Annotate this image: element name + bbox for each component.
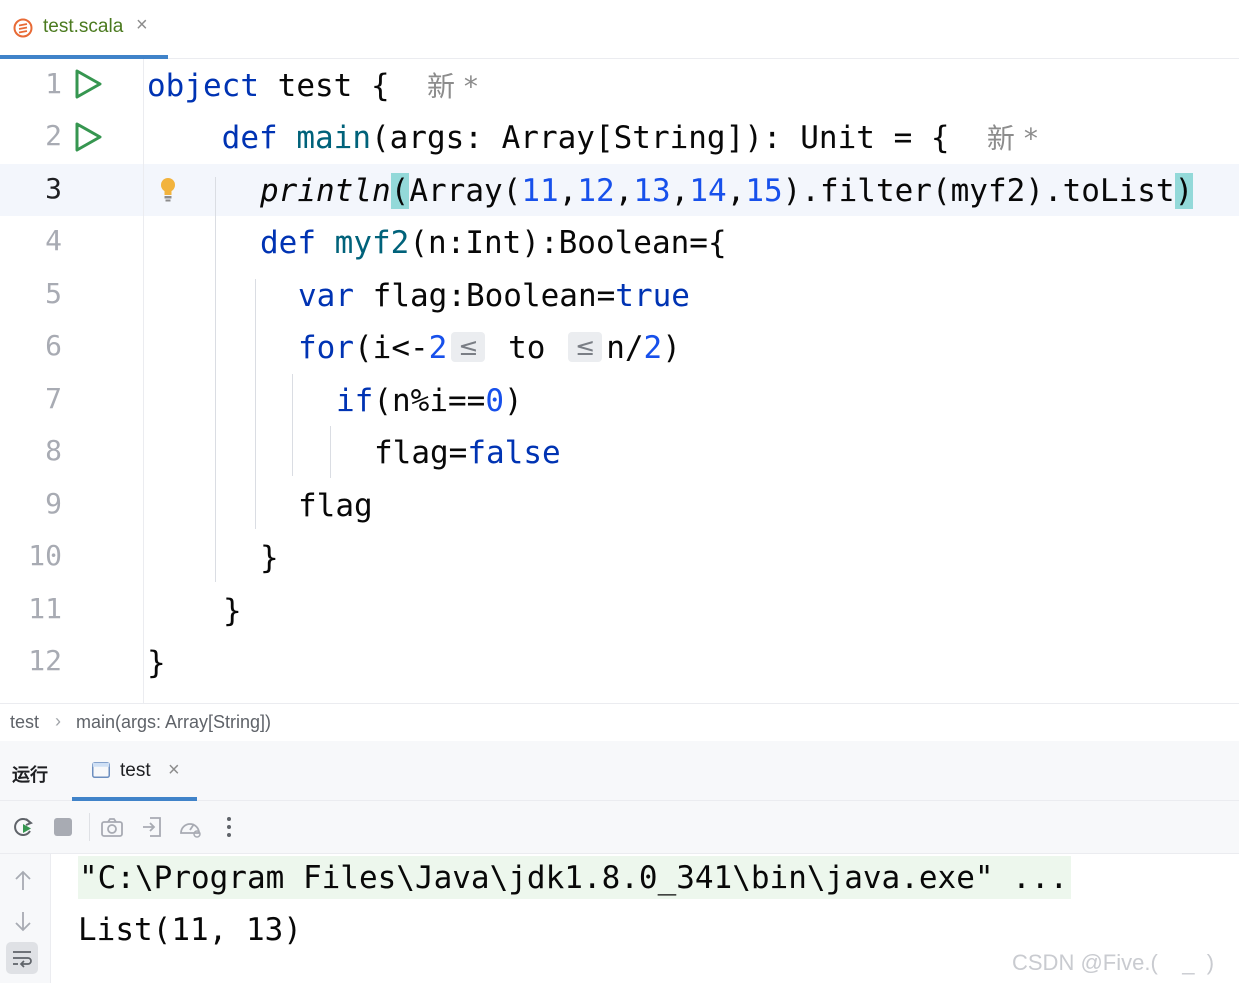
line-number: 12 bbox=[28, 644, 62, 677]
line-number: 7 bbox=[45, 382, 62, 415]
run-toolbar bbox=[0, 801, 1239, 854]
new-hint: 新 bbox=[986, 122, 1015, 155]
tab-test-scala[interactable]: test.scala × bbox=[0, 0, 168, 59]
code-line-10: } bbox=[260, 540, 279, 576]
more-icon[interactable] bbox=[217, 815, 241, 839]
line-number: 5 bbox=[45, 277, 62, 310]
code-line-2: def main(args: Array[String]): Unit = { … bbox=[221, 120, 1038, 156]
breadcrumb-item-test[interactable]: test bbox=[10, 712, 39, 733]
exit-icon[interactable] bbox=[140, 815, 164, 839]
run-panel-title: 运行 bbox=[12, 765, 48, 785]
code-line-4: def myf2(n:Int):Boolean={ bbox=[260, 225, 727, 261]
line-number: 6 bbox=[45, 329, 62, 362]
rerun-icon[interactable] bbox=[11, 815, 35, 839]
code-line-9: flag bbox=[298, 488, 373, 524]
run-object-icon[interactable] bbox=[73, 68, 103, 100]
code-line-8: flag=false bbox=[374, 435, 561, 471]
line-number: 8 bbox=[45, 434, 62, 467]
code-line-12: } bbox=[147, 645, 166, 681]
tab-close-icon[interactable]: × bbox=[136, 14, 148, 37]
code-line-11: } bbox=[223, 593, 242, 629]
breadcrumb-item-main[interactable]: main(args: Array[String]) bbox=[76, 712, 271, 733]
profiler-icon[interactable] bbox=[178, 815, 202, 839]
breadcrumb-separator-icon: › bbox=[55, 711, 61, 731]
code-line-5: var flag:Boolean=true bbox=[298, 278, 690, 314]
run-tab-close-icon[interactable]: × bbox=[168, 759, 180, 782]
inclusive-hint: ≤ bbox=[451, 332, 486, 362]
indent-guide bbox=[215, 177, 216, 582]
editor-tab-bar: test.scala × bbox=[0, 0, 1239, 59]
scala-file-icon bbox=[13, 18, 33, 38]
console-command-line: "C:\Program Files\Java\jdk1.8.0_341\bin\… bbox=[78, 856, 1072, 899]
code-editor[interactable]: 1 2 3 4 5 6 7 8 9 10 11 12 object test {… bbox=[0, 59, 1239, 703]
arrow-down-icon[interactable] bbox=[10, 908, 36, 934]
new-hint: 新 bbox=[426, 70, 455, 103]
lightbulb-icon[interactable] bbox=[159, 177, 177, 203]
run-tab-label: test bbox=[120, 760, 151, 781]
indent-guide bbox=[330, 426, 331, 478]
soft-wrap-icon bbox=[13, 951, 32, 968]
code-line-6: for(i<-2 ≤ to ≤ n/2) bbox=[298, 330, 681, 366]
camera-icon[interactable] bbox=[100, 815, 124, 839]
inclusive-hint: ≤ bbox=[568, 332, 603, 362]
indent-guide bbox=[255, 279, 256, 529]
tab-filename: test.scala bbox=[43, 16, 124, 37]
line-number: 9 bbox=[45, 487, 62, 520]
line-number: 4 bbox=[45, 224, 62, 257]
soft-wrap-button[interactable] bbox=[6, 942, 38, 974]
watermark: CSDN @Five.( _ ) bbox=[1012, 950, 1215, 975]
run-main-icon[interactable] bbox=[73, 121, 103, 153]
line-number: 11 bbox=[28, 592, 62, 625]
arrow-up-icon[interactable] bbox=[10, 868, 36, 894]
code-line-1: object test { 新 * bbox=[147, 68, 478, 104]
run-tool-window-header: 运行 test × bbox=[0, 741, 1239, 801]
code-line-7: if(n%i==0) bbox=[336, 383, 523, 419]
line-number: 3 bbox=[45, 172, 62, 205]
code-line-3: println(Array(11,12,13,14,15).filter(myf… bbox=[260, 173, 1194, 209]
console-icon bbox=[92, 762, 110, 778]
breadcrumb: test › main(args: Array[String]) bbox=[0, 703, 1239, 742]
console-output-line: List(11, 13) bbox=[78, 912, 302, 948]
run-tab-test[interactable]: test × bbox=[72, 741, 197, 801]
indent-guide bbox=[292, 374, 293, 476]
line-number: 1 bbox=[45, 67, 62, 100]
stop-icon[interactable] bbox=[51, 815, 75, 839]
toolbar-separator bbox=[89, 813, 90, 841]
console-side-toolbar bbox=[0, 854, 51, 983]
line-number: 2 bbox=[45, 119, 62, 152]
line-number: 10 bbox=[28, 539, 62, 572]
